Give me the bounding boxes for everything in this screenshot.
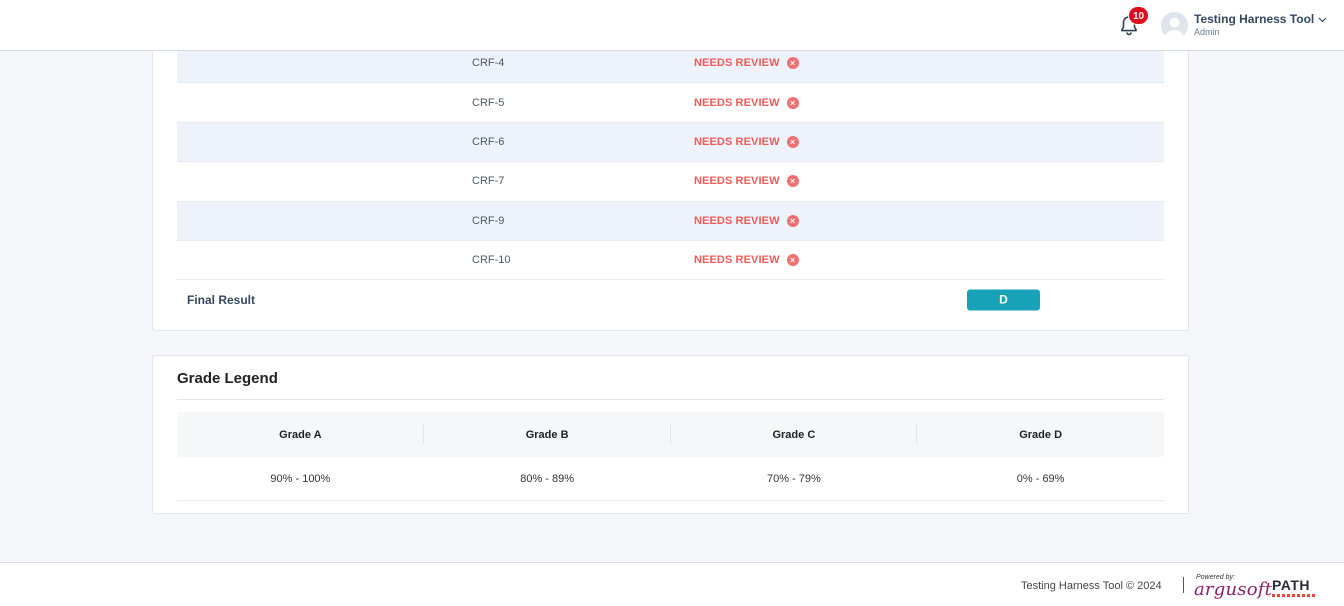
crf-name: CRF-5	[472, 96, 505, 109]
final-grade-badge: D	[967, 289, 1040, 311]
user-name-row[interactable]: Testing Harness Tool	[1194, 12, 1327, 26]
results-card: CRF-4 NEEDS REVIEW × CRF-5 NEEDS REVIEW …	[152, 40, 1189, 331]
user-name: Testing Harness Tool	[1194, 12, 1315, 26]
divider	[1183, 577, 1184, 593]
close-circle-icon: ×	[786, 254, 799, 267]
table-row: 90% - 100% 80% - 89% 70% - 79% 0% - 69%	[177, 457, 1164, 501]
path-logo-text: PATH	[1272, 577, 1311, 593]
grade-legend-title: Grade Legend	[177, 370, 278, 387]
crf-name: CRF-9	[472, 214, 505, 227]
final-result-row: Final Result D	[177, 280, 1164, 319]
close-circle-icon: ×	[786, 175, 799, 188]
column-header: Grade B	[424, 412, 671, 457]
status-cell: NEEDS REVIEW ×	[694, 57, 799, 70]
status-badge: NEEDS REVIEW	[694, 254, 780, 267]
column-header: Grade C	[671, 412, 918, 457]
status-badge: NEEDS REVIEW	[694, 96, 780, 109]
status-cell: NEEDS REVIEW ×	[694, 254, 799, 267]
table-header-row: Grade A Grade B Grade C Grade D	[177, 412, 1164, 457]
close-circle-icon: ×	[786, 135, 799, 148]
status-badge: NEEDS REVIEW	[694, 135, 780, 148]
status-cell: NEEDS REVIEW ×	[694, 135, 799, 148]
status-badge: NEEDS REVIEW	[694, 175, 780, 188]
crf-name: CRF-4	[472, 57, 505, 70]
status-cell: NEEDS REVIEW ×	[694, 214, 799, 227]
crf-name: CRF-6	[472, 135, 505, 148]
divider	[177, 399, 1164, 400]
crf-name: CRF-10	[472, 254, 511, 267]
column-header: Grade D	[1019, 428, 1063, 441]
logo-stripe	[1272, 594, 1316, 597]
status-cell: NEEDS REVIEW ×	[694, 96, 799, 109]
crf-name: CRF-7	[472, 175, 505, 188]
table-cell: 90% - 100%	[270, 472, 331, 485]
grade-legend-table: Grade A Grade B Grade C Grade D 90% - 10…	[177, 412, 1164, 501]
table-cell: 70% - 79%	[766, 472, 821, 485]
column-header: Grade A	[177, 412, 424, 457]
user-role: Admin	[1194, 27, 1220, 37]
notification-count-badge: 10	[1128, 6, 1150, 25]
table-row: CRF-5 NEEDS REVIEW ×	[177, 83, 1164, 123]
status-cell: NEEDS REVIEW ×	[694, 175, 799, 188]
table-row: CRF-6 NEEDS REVIEW ×	[177, 122, 1164, 163]
chevron-down-icon	[1318, 12, 1327, 26]
close-circle-icon: ×	[786, 57, 799, 70]
argusoft-logo[interactable]: argusoft	[1194, 579, 1272, 600]
footer-copyright: Testing Harness Tool © 2024	[1021, 580, 1162, 592]
table-row: CRF-9 NEEDS REVIEW ×	[177, 201, 1164, 241]
top-navbar: 10 Testing Harness Tool Admin	[0, 0, 1344, 51]
grade-legend-card: Grade Legend Grade A Grade B Grade C Gra…	[152, 355, 1189, 514]
avatar[interactable]	[1161, 12, 1188, 39]
status-badge: NEEDS REVIEW	[694, 57, 780, 70]
crf-results-table: CRF-4 NEEDS REVIEW × CRF-5 NEEDS REVIEW …	[177, 44, 1164, 319]
table-cell: 80% - 89%	[520, 472, 575, 485]
user-menu[interactable]: Testing Harness Tool Admin	[1194, 12, 1327, 37]
path-logo[interactable]: PATH	[1272, 577, 1316, 597]
table-row: CRF-7 NEEDS REVIEW ×	[177, 162, 1164, 202]
table-cell: 0% - 69%	[1016, 472, 1065, 485]
final-result-label: Final Result	[187, 292, 256, 307]
close-circle-icon: ×	[786, 214, 799, 227]
table-row: CRF-10 NEEDS REVIEW ×	[177, 241, 1164, 281]
status-badge: NEEDS REVIEW	[694, 214, 780, 227]
close-circle-icon: ×	[786, 96, 799, 109]
footer: Testing Harness Tool © 2024 Powered by: …	[0, 562, 1344, 606]
